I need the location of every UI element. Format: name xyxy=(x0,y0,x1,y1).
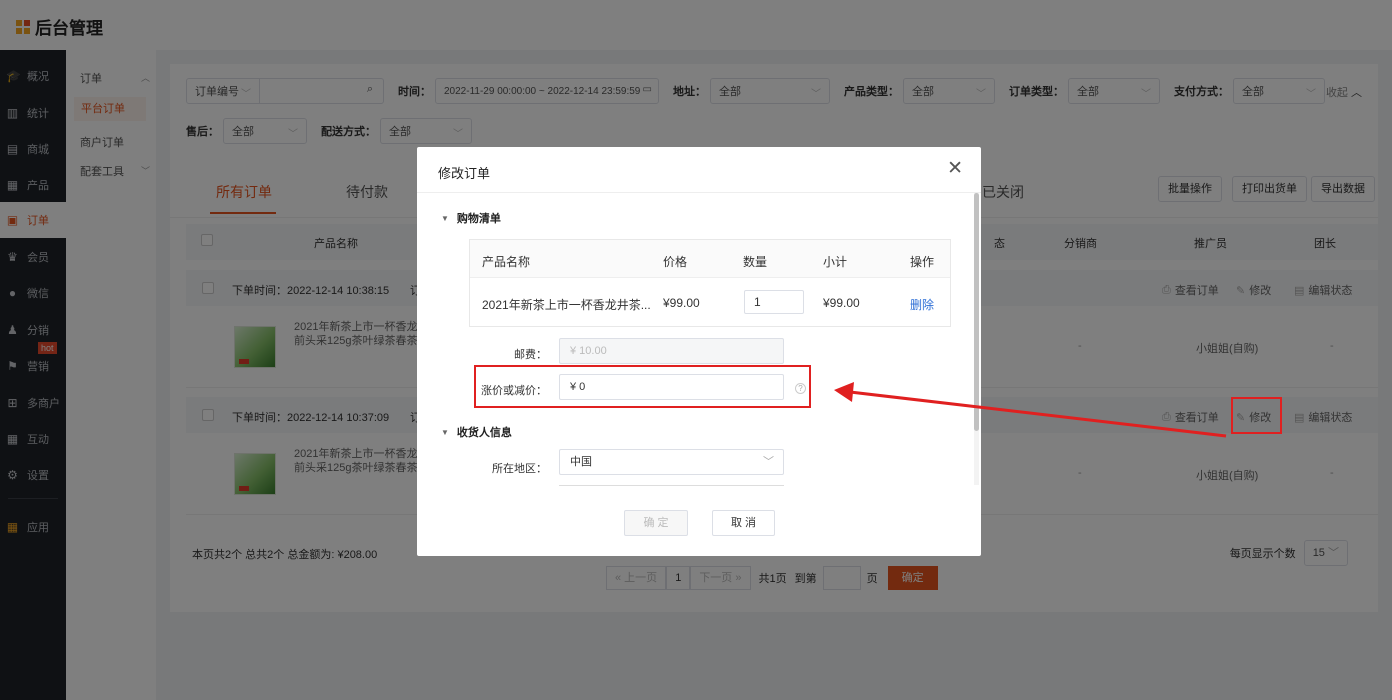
annotation-arrow-head xyxy=(834,382,854,402)
annotation-arrow-svg xyxy=(834,382,1227,438)
annotation-arrow-line xyxy=(849,390,1227,438)
